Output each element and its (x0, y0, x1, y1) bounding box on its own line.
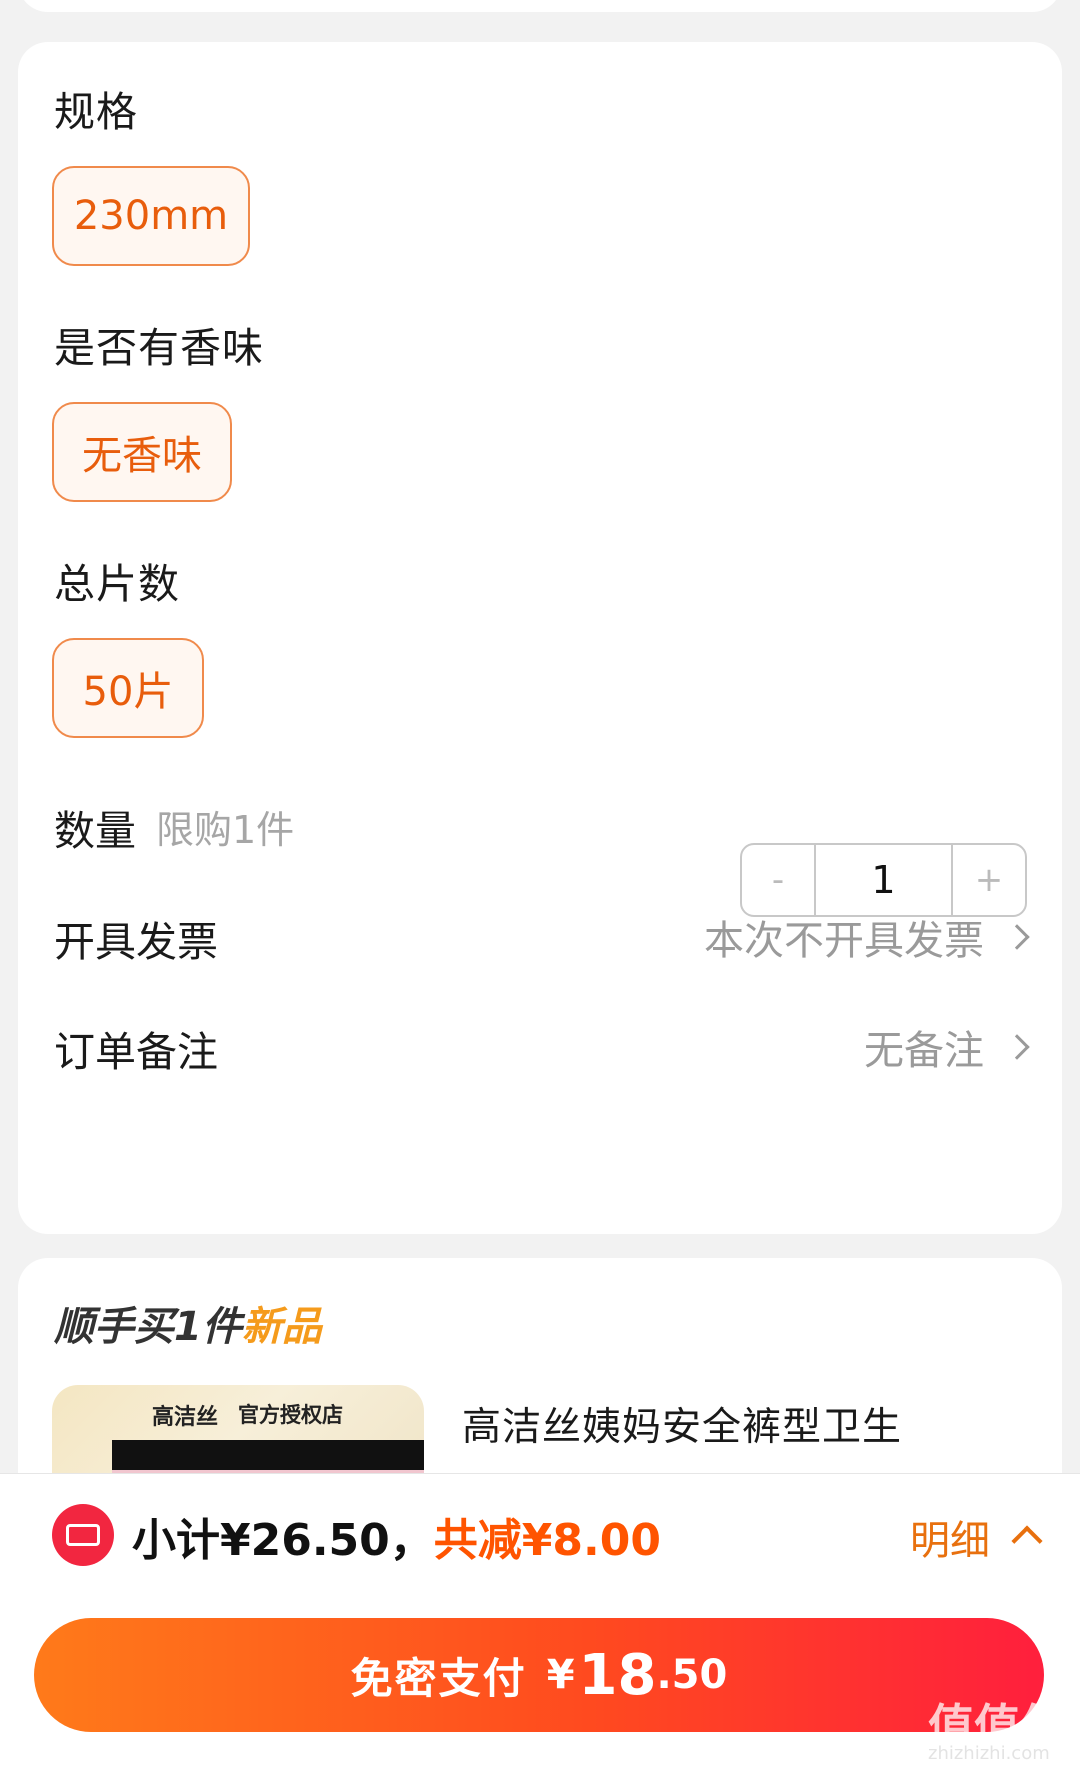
subtotal-text: 小计¥26.50，共减¥8.00 (132, 1504, 661, 1568)
addon-product-name[interactable]: 高洁丝姨妈安全裤型卫生 (462, 1396, 902, 1452)
quantity-plus-button[interactable]: + (953, 845, 1025, 915)
spec-card: 规格 230mm 是否有香味 无香味 总片数 50片 数量 限购1件 开具发票 … (18, 42, 1062, 1234)
quantity-minus-button[interactable]: - (742, 845, 814, 915)
remark-value[interactable]: 无备注 (864, 1018, 984, 1076)
previous-card-remnant (18, 0, 1062, 12)
addon-title: 顺手买1件新品 (54, 1294, 322, 1352)
invoice-chevron-icon[interactable] (1004, 924, 1030, 950)
scent-title: 是否有香味 (54, 324, 264, 372)
size-option-chip[interactable]: 230mm (52, 166, 250, 266)
thumb-package-strip (112, 1440, 424, 1470)
watermark-site: zhizhizhi.com (928, 1743, 1050, 1764)
pay-price-integer: 18 (578, 1642, 657, 1708)
thumb-brand-text: 高洁丝 (152, 1405, 219, 1430)
remark-label: 订单备注 (54, 1028, 218, 1076)
detail-link[interactable]: 明细 (910, 1508, 990, 1566)
pay-label: 免密支付 (350, 1653, 527, 1703)
addon-new-tag: 新品 (241, 1304, 322, 1350)
checkout-bottom-bar: 小计¥26.50，共减¥8.00 明细 免密支付 ¥ 18 .50 (0, 1473, 1080, 1773)
quantity-label: 数量 (54, 807, 136, 855)
chevron-up-icon[interactable] (1011, 1525, 1043, 1557)
quantity-value[interactable]: 1 (814, 845, 953, 915)
pay-currency: ¥ (546, 1652, 575, 1698)
count-option-chip[interactable]: 50片 (52, 638, 204, 738)
discount-amount: 共减¥8.00 (433, 1515, 661, 1566)
invoice-label: 开具发票 (54, 918, 218, 966)
remark-chevron-icon[interactable] (1004, 1034, 1030, 1060)
quantity-stepper: - 1 + (740, 843, 1027, 917)
addon-title-text: 顺手买1件 (54, 1304, 242, 1350)
pay-button[interactable]: 免密支付 ¥ 18 .50 (34, 1618, 1044, 1732)
pay-price-decimal: .50 (656, 1652, 728, 1698)
coupon-icon (52, 1504, 114, 1566)
count-title: 总片数 (54, 560, 180, 608)
checkout-page: 规格 230mm 是否有香味 无香味 总片数 50片 数量 限购1件 开具发票 … (0, 0, 1080, 1773)
size-title: 规格 (54, 88, 138, 136)
scent-option-chip[interactable]: 无香味 (52, 402, 232, 502)
thumb-shop-text: 官方授权店 (238, 1403, 343, 1427)
subtotal-amount: 小计¥26.50， (132, 1515, 434, 1566)
quantity-limit: 限购1件 (156, 808, 295, 852)
